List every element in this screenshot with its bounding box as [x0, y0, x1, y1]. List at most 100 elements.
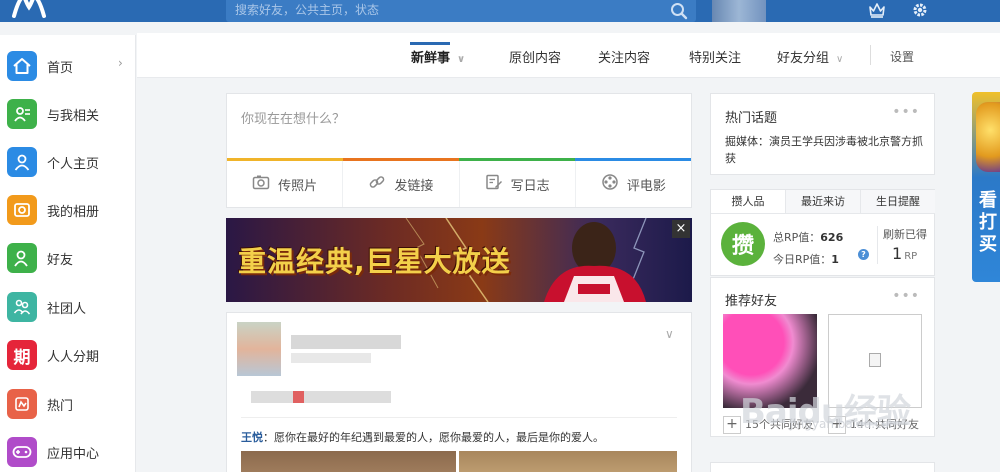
tab-friend-groups[interactable]: 好友分组 ∨	[777, 47, 843, 66]
more-icon[interactable]: •••	[892, 104, 920, 120]
broken-image-icon	[869, 353, 881, 367]
sidebar-item-label: 我的相册	[47, 205, 100, 220]
tab-rp[interactable]: 攒人品	[711, 190, 786, 213]
rp-card: 攒人品 最近来访 生日提醒 攒 总RP值：626 今日RP值：1 ? 刷新已得 …	[710, 189, 935, 276]
person-list-icon	[7, 99, 37, 129]
tab-original[interactable]: 原创内容	[509, 47, 561, 66]
next-card	[710, 462, 935, 472]
sidebar-item-albums[interactable]: 我的相册	[0, 186, 136, 234]
renren-logo-icon[interactable]	[10, 0, 48, 18]
action-label: 写日志	[510, 178, 550, 194]
chevron-down-icon[interactable]: ∨	[665, 327, 674, 341]
tab-news-feed[interactable]: 新鲜事 ∨	[411, 47, 465, 66]
more-icon[interactable]: •••	[892, 288, 920, 304]
upload-photo-button[interactable]: 传照片	[227, 161, 344, 207]
status-input[interactable]	[227, 94, 691, 160]
film-reel-icon	[601, 173, 619, 195]
post-photo[interactable]	[459, 451, 677, 472]
sidebar-item-profile[interactable]: 个人主页	[0, 138, 136, 186]
action-label: 评电影	[626, 178, 666, 194]
avatar[interactable]	[237, 322, 281, 376]
feed-card: ∨ 王悦：愿你在最好的年纪遇到最爱的人，愿你最爱的人，最后是你的爱人。	[226, 312, 692, 472]
card-title: 推荐好友	[725, 294, 778, 309]
card-title: 热门话题	[725, 111, 778, 126]
composer-actions: 传照片 发链接 写日志 评电影	[227, 161, 691, 207]
hot-icon	[7, 389, 37, 419]
status-composer: 传照片 发链接 写日志 评电影	[226, 93, 692, 208]
ad-text: 看打买	[979, 190, 997, 255]
tab-birthdays[interactable]: 生日提醒	[861, 190, 935, 213]
action-label: 传照片	[278, 178, 318, 194]
promo-banner[interactable]: 重温经典,巨星大放送 ×	[226, 218, 692, 302]
sidebar: 首页 › 与我相关 个人主页 我的相册 好友 社团人 期 人人分期 热门 应用中…	[0, 35, 136, 472]
post-text: 王悦：愿你在最好的年纪遇到最爱的人，愿你最爱的人，最后是你的爱人。	[241, 429, 604, 445]
album-icon	[7, 195, 37, 225]
write-blog-button[interactable]: 写日志	[460, 161, 576, 207]
rp-tabs: 攒人品 最近来访 生日提醒	[711, 190, 935, 214]
sidebar-item-label: 应用中心	[47, 447, 100, 462]
chevron-down-icon: ∨	[836, 54, 844, 65]
sidebar-item-installments[interactable]: 期 人人分期	[0, 331, 136, 379]
sidebar-item-label: 与我相关	[47, 109, 100, 124]
post-body: ：愿你在最好的年纪遇到最爱的人，愿你最爱的人，最后是你的爱人。	[263, 431, 604, 444]
sidebar-item-friends[interactable]: 好友	[0, 234, 136, 282]
rp-collect-button[interactable]: 攒	[721, 222, 765, 266]
sidebar-item-hot[interactable]: 热门	[0, 380, 136, 428]
crown-icon[interactable]	[868, 2, 886, 22]
plus-icon: +	[723, 416, 741, 434]
sidebar-item-home[interactable]: 首页 ›	[0, 42, 136, 90]
post-author[interactable]: 王悦	[241, 431, 263, 444]
top-bar	[0, 0, 1000, 22]
post-photo[interactable]	[241, 451, 456, 472]
friend-suggestion: +14个共同好友	[828, 314, 922, 434]
search-icon[interactable]	[670, 2, 688, 24]
rp-today-label: 今日RP值：	[773, 253, 832, 266]
sidebar-item-related[interactable]: 与我相关	[0, 90, 136, 138]
add-friend-button[interactable]: +15个共同好友	[723, 416, 814, 434]
link-icon	[368, 173, 386, 195]
sidebar-item-label: 好友	[47, 253, 74, 268]
feed-filter-nav: 新鲜事 ∨ 原创内容 关注内容 特别关注 好友分组 ∨ 设置	[137, 33, 1000, 78]
tab-label: 好友分组	[777, 51, 830, 66]
rp-total-value: 626	[820, 231, 844, 244]
search-box[interactable]	[226, 0, 696, 22]
installment-icon: 期	[7, 340, 37, 370]
hot-topics-card: 热门话题 ••• 掘媒体：演员王学兵因涉毒被北京警方抓获	[710, 93, 935, 175]
share-link-button[interactable]: 发链接	[343, 161, 460, 207]
help-icon[interactable]: ?	[858, 249, 869, 260]
author-name[interactable]	[291, 335, 401, 349]
club-icon	[7, 292, 37, 322]
sidebar-item-apps[interactable]: 应用中心	[0, 428, 136, 472]
sidebar-item-label: 热门	[47, 399, 74, 414]
chevron-down-icon: ∨	[457, 54, 466, 65]
side-game-ad[interactable]: 看打买	[972, 92, 1000, 282]
post-meta	[291, 353, 371, 363]
user-avatar[interactable]	[712, 0, 766, 22]
add-friend-button[interactable]: +14个共同好友	[828, 416, 919, 434]
friend-photo[interactable]	[828, 314, 922, 408]
ad-artwork	[976, 102, 1000, 172]
rp-total: 总RP值：626	[773, 229, 843, 245]
sidebar-item-label: 个人主页	[47, 157, 100, 172]
tab-special-follow[interactable]: 特别关注	[689, 47, 741, 66]
user-icon	[7, 147, 37, 177]
rp-today: 今日RP值：1	[773, 251, 839, 267]
divider	[870, 45, 871, 65]
rp-total-label: 总RP值：	[773, 231, 821, 244]
sidebar-item-clubs[interactable]: 社团人	[0, 283, 136, 331]
friend-suggestion: +15个共同好友	[723, 314, 817, 434]
gear-icon[interactable]	[911, 1, 929, 23]
hot-topic-link[interactable]: 掘媒体：演员王学兵因涉毒被北京警方抓获	[725, 133, 925, 167]
friend-photo[interactable]	[723, 314, 817, 408]
home-icon	[7, 51, 37, 81]
close-icon[interactable]: ×	[672, 220, 690, 238]
tab-recent-visitors[interactable]: 最近来访	[786, 190, 861, 213]
divider	[877, 226, 878, 264]
rp-refresh-number: 1	[892, 244, 903, 263]
review-movie-button[interactable]: 评电影	[576, 161, 691, 207]
action-label: 发链接	[394, 178, 434, 194]
search-input[interactable]	[226, 0, 656, 20]
sidebar-item-label: 首页	[47, 61, 74, 76]
settings-link[interactable]: 设置	[890, 48, 914, 65]
tab-following[interactable]: 关注内容	[598, 47, 650, 66]
